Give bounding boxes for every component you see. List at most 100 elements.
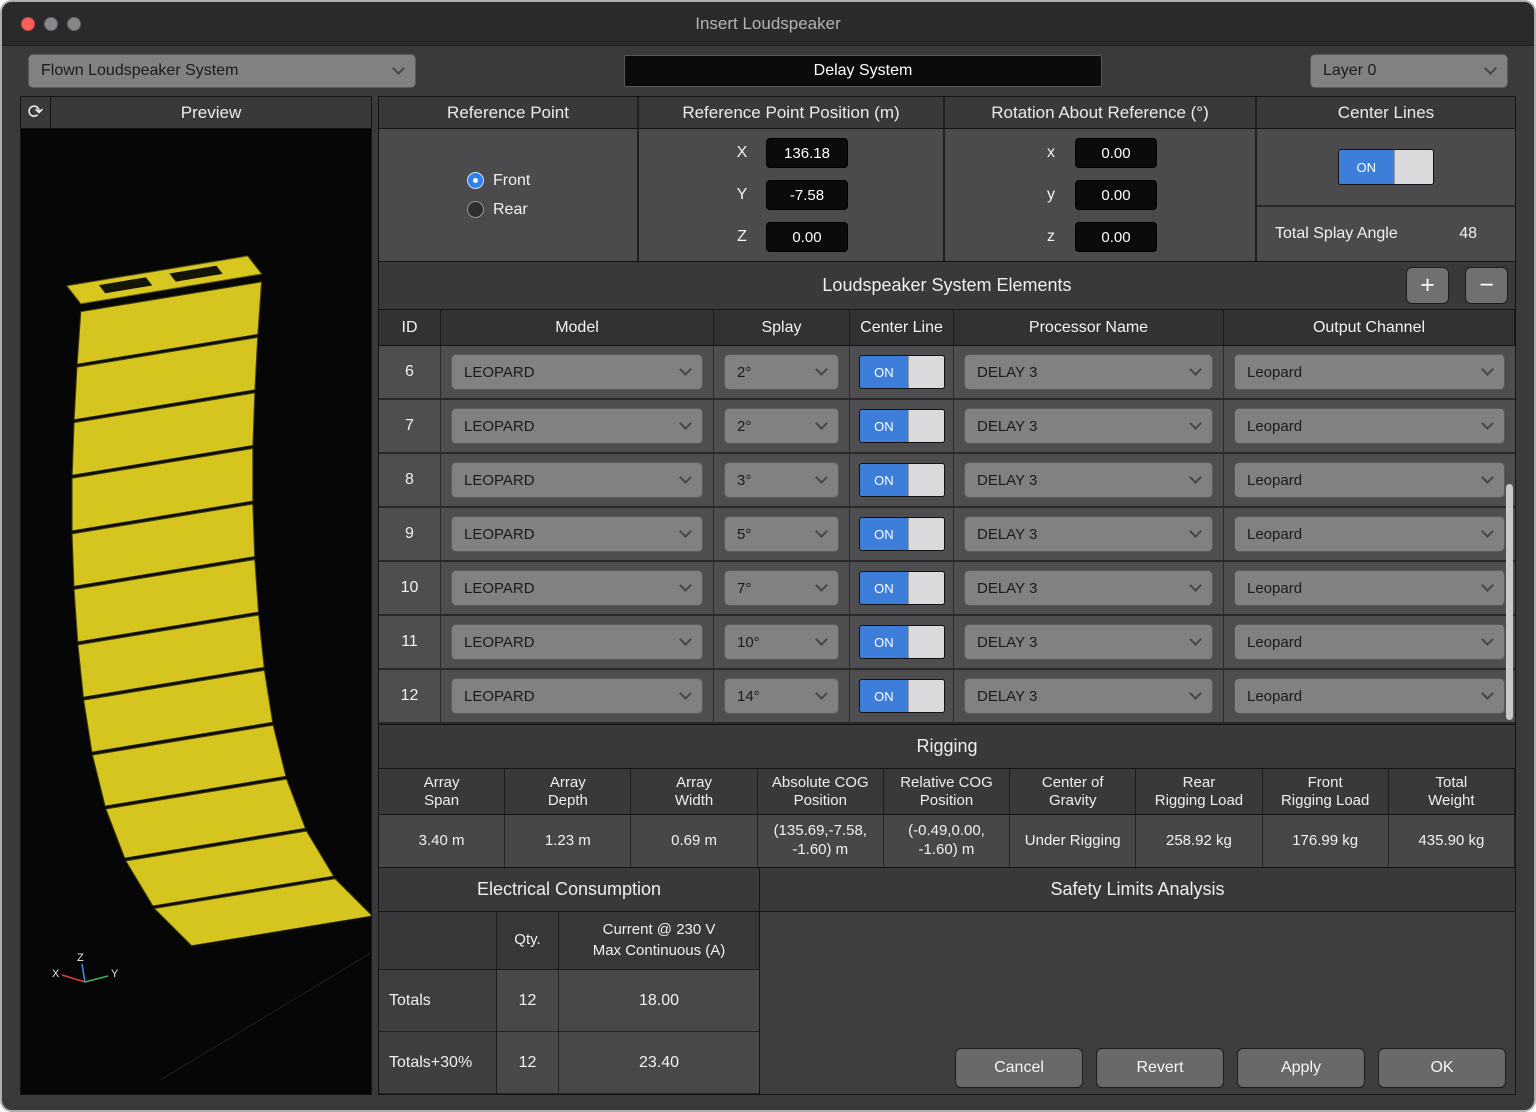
elements-title: Loudspeaker System Elements bbox=[822, 275, 1072, 295]
model-select[interactable]: LEOPARD bbox=[451, 570, 703, 606]
toggle-knob bbox=[1393, 150, 1433, 184]
coordinate-label: X bbox=[736, 144, 748, 161]
processor-select[interactable]: DELAY 3 bbox=[964, 678, 1213, 714]
splay-value: 3° bbox=[737, 471, 752, 489]
output-channel-select[interactable]: Leopard bbox=[1234, 354, 1505, 390]
electrical-consumption-panel: Electrical Consumption Qty. Current @ 23… bbox=[378, 868, 759, 1095]
layer-select[interactable]: Layer 0 bbox=[1310, 54, 1508, 88]
splay-value: 7° bbox=[737, 579, 752, 597]
output-channel-value: Leopard bbox=[1247, 579, 1303, 597]
system-name-input[interactable]: Delay System bbox=[624, 55, 1102, 87]
remove-element-button[interactable]: − bbox=[1465, 267, 1508, 304]
model-select[interactable]: LEOPARD bbox=[451, 624, 703, 660]
center-line-toggle[interactable]: ON bbox=[858, 355, 945, 389]
minimize-button[interactable] bbox=[44, 16, 58, 31]
bottom-section: Electrical Consumption Qty. Current @ 23… bbox=[378, 868, 1516, 1095]
splay-select[interactable]: 5° bbox=[724, 516, 839, 552]
processor-select[interactable]: DELAY 3 bbox=[964, 462, 1213, 498]
center-line-toggle[interactable]: ON bbox=[858, 625, 945, 659]
model-select[interactable]: LEOPARD bbox=[451, 516, 703, 552]
reference-position-group: Reference Point Position (m) X 136.18 Y … bbox=[639, 97, 945, 261]
chevron-down-icon bbox=[1481, 471, 1494, 484]
model-select[interactable]: LEOPARD bbox=[451, 354, 703, 390]
center-line-toggle[interactable]: ON bbox=[858, 517, 945, 551]
preview-3d-view[interactable]: X Z Y bbox=[21, 129, 371, 1094]
model-select[interactable]: LEOPARD bbox=[451, 678, 703, 714]
coordinate-label: Z bbox=[737, 228, 747, 245]
add-element-button[interactable]: + bbox=[1406, 267, 1449, 304]
zoom-button[interactable] bbox=[67, 16, 81, 31]
center-line-toggle[interactable]: ON bbox=[858, 463, 945, 497]
rigging-value: 3.40 m bbox=[379, 815, 506, 867]
processor-select[interactable]: DELAY 3 bbox=[964, 408, 1213, 444]
electrical-row: Totals 12 18.00 bbox=[379, 970, 759, 1032]
processor-select[interactable]: DELAY 3 bbox=[964, 624, 1213, 660]
rigging-value: 258.92 kg bbox=[1136, 815, 1263, 867]
rotation-group: Rotation About Reference (°) x 0.00 y 0.… bbox=[945, 97, 1257, 261]
rotation-input[interactable]: 0.00 bbox=[1075, 138, 1157, 168]
chevron-down-icon bbox=[815, 471, 828, 484]
layer-value: Layer 0 bbox=[1323, 62, 1377, 79]
system-type-select[interactable]: Flown Loudspeaker System bbox=[28, 54, 416, 88]
electrical-table: Qty. Current @ 230 V Max Continuous (A) … bbox=[379, 912, 759, 1094]
splay-select[interactable]: 2° bbox=[724, 354, 839, 390]
processor-select[interactable]: DELAY 3 bbox=[964, 516, 1213, 552]
center-line-toggle[interactable]: ON bbox=[858, 679, 945, 713]
processor-select[interactable]: DELAY 3 bbox=[964, 354, 1213, 390]
rigging-values-row: 3.40 m 1.23 m 0.69 m (135.69,-7.58, -1.6… bbox=[379, 815, 1515, 867]
close-button[interactable] bbox=[21, 16, 35, 31]
blank-header-cell bbox=[379, 912, 497, 970]
axis-z-label: Z bbox=[77, 952, 84, 964]
splay-select[interactable]: 14° bbox=[724, 678, 839, 714]
processor-select[interactable]: DELAY 3 bbox=[964, 570, 1213, 606]
column-header: Relative COG Position bbox=[884, 769, 1011, 814]
scrollbar-thumb[interactable] bbox=[1506, 483, 1513, 720]
rigging-section-header: Rigging bbox=[378, 725, 1516, 769]
rotation-input[interactable]: 0.00 bbox=[1075, 222, 1157, 252]
splay-select[interactable]: 2° bbox=[724, 408, 839, 444]
total-splay-row: Total Splay Angle 48 bbox=[1257, 207, 1515, 261]
rotation-input[interactable]: 0.00 bbox=[1075, 180, 1157, 210]
apply-button[interactable]: Apply bbox=[1237, 1048, 1365, 1088]
reference-point-radio[interactable]: Front bbox=[467, 172, 637, 190]
coordinate-label: Y bbox=[736, 186, 748, 203]
splay-select[interactable]: 3° bbox=[724, 462, 839, 498]
output-channel-select[interactable]: Leopard bbox=[1234, 516, 1505, 552]
center-lines-group: Center Lines ON Total Splay Angle 48 bbox=[1257, 97, 1515, 261]
reference-point-radio[interactable]: Rear bbox=[467, 201, 637, 219]
model-value: LEOPARD bbox=[464, 363, 535, 381]
elements-toolbar: + − bbox=[1406, 262, 1508, 309]
model-select[interactable]: LEOPARD bbox=[451, 408, 703, 444]
center-line-toggle[interactable]: ON bbox=[858, 409, 945, 443]
chevron-down-icon bbox=[679, 633, 692, 646]
model-select[interactable]: LEOPARD bbox=[451, 462, 703, 498]
chevron-down-icon bbox=[815, 633, 828, 646]
column-header: Absolute COG Position bbox=[758, 769, 884, 814]
safety-header: Safety Limits Analysis bbox=[760, 868, 1515, 912]
splay-select[interactable]: 7° bbox=[724, 570, 839, 606]
column-header: Center Line bbox=[850, 310, 954, 345]
revert-button[interactable]: Revert bbox=[1096, 1048, 1224, 1088]
coordinate-input[interactable]: -7.58 bbox=[766, 180, 848, 210]
output-channel-select[interactable]: Leopard bbox=[1234, 624, 1505, 660]
toggle-on-label: ON bbox=[859, 572, 909, 604]
center-line-toggle[interactable]: ON bbox=[858, 571, 945, 605]
electrical-header: Electrical Consumption bbox=[379, 868, 759, 912]
toggle-on-label: ON bbox=[1339, 150, 1394, 184]
titlebar: Insert Loudspeaker bbox=[2, 2, 1534, 46]
reset-view-button[interactable]: ⟳ bbox=[21, 97, 51, 128]
cancel-button[interactable]: Cancel bbox=[955, 1048, 1083, 1088]
output-channel-select[interactable]: Leopard bbox=[1234, 570, 1505, 606]
processor-value: DELAY 3 bbox=[977, 471, 1038, 489]
output-channel-select[interactable]: Leopard bbox=[1234, 678, 1505, 714]
center-lines-toggle[interactable]: ON bbox=[1338, 149, 1434, 185]
element-id: 11 bbox=[379, 616, 441, 668]
ok-button[interactable]: OK bbox=[1378, 1048, 1506, 1088]
coordinate-input[interactable]: 136.18 bbox=[766, 138, 848, 168]
current-header-line1: Current @ 230 V bbox=[602, 921, 716, 939]
coordinate-input[interactable]: 0.00 bbox=[766, 222, 848, 252]
output-channel-select[interactable]: Leopard bbox=[1234, 462, 1505, 498]
output-channel-select[interactable]: Leopard bbox=[1234, 408, 1505, 444]
preview-header: ⟳ Preview bbox=[21, 97, 371, 129]
splay-select[interactable]: 10° bbox=[724, 624, 839, 660]
